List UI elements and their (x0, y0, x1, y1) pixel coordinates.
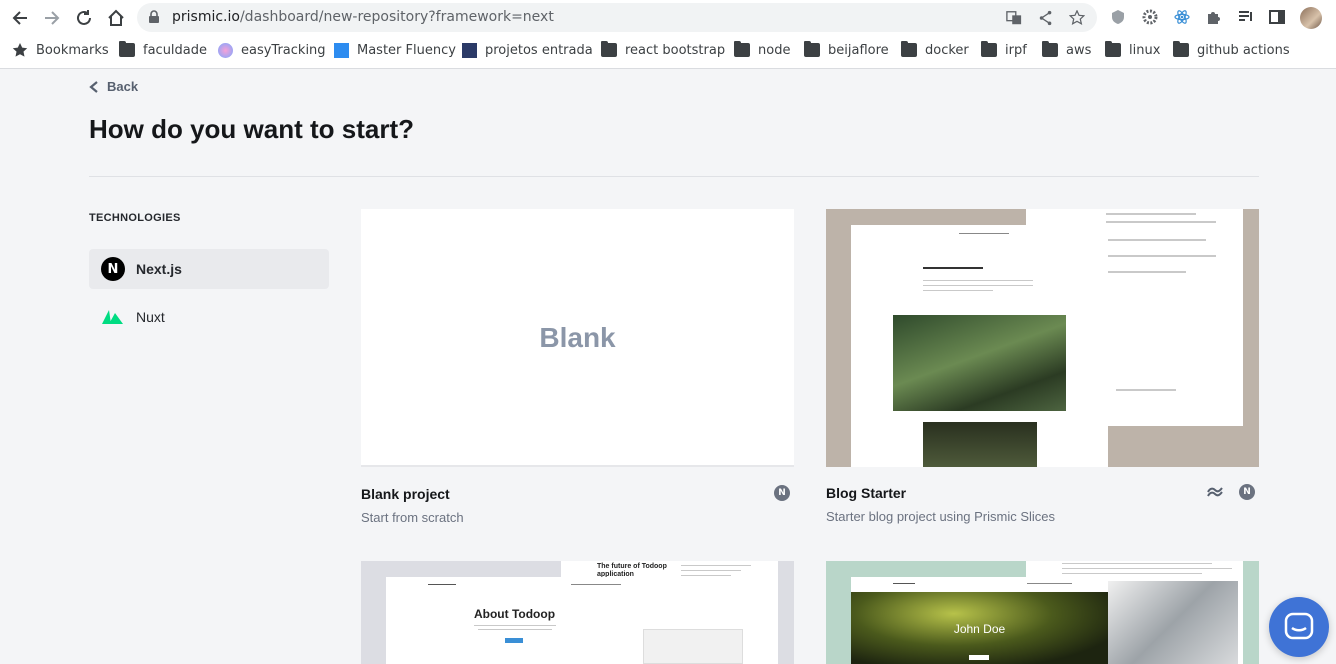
forest-photo-2 (923, 422, 1037, 467)
forward-arrow-icon[interactable] (40, 6, 64, 30)
nextjs-badge-icon: N (774, 485, 790, 501)
template-thumbnail: John Doe (826, 561, 1259, 664)
side-panel-icon[interactable] (1268, 8, 1286, 26)
bookmark-item[interactable]: beijaflore (804, 41, 889, 59)
bookmark-item[interactable]: Master Fluency (334, 41, 456, 59)
page-content: Back How do you want to start? TECHNOLOG… (0, 69, 1336, 664)
bookmark-item[interactable]: linux (1105, 41, 1160, 59)
star-icon[interactable] (1068, 9, 1086, 27)
todoop-main-page: About Todoop (386, 577, 643, 664)
star-icon (12, 43, 28, 57)
bookmark-item[interactable]: irpf (981, 41, 1027, 59)
folder-icon (601, 41, 617, 57)
easytracking-favicon-icon (218, 42, 233, 58)
page-title: How do you want to start? (89, 114, 414, 144)
browser-toolbar: prismic.io/dashboard/new-repository?fram… (0, 0, 1336, 35)
extension-shield-icon[interactable] (1109, 8, 1127, 26)
hero-photo: John Doe (851, 592, 1108, 664)
todoop-cta (505, 638, 523, 643)
chat-launcher-button[interactable] (1269, 597, 1329, 657)
portfolio-thumbnail-title: John Doe (953, 622, 1006, 636)
chat-icon (1284, 612, 1314, 640)
bookmark-item[interactable]: projetos entrada (462, 41, 593, 59)
bookmark-item[interactable]: node (734, 41, 790, 59)
back-link[interactable]: Back (89, 79, 138, 94)
translate-icon[interactable] (1005, 9, 1023, 27)
home-icon[interactable] (104, 6, 128, 30)
template-thumbnail: The future of Todoop application About T… (361, 561, 794, 664)
folder-icon (901, 41, 917, 57)
bookmarks-bar: Bookmarks faculdade easyTracking Master … (0, 37, 1336, 63)
react-devtools-icon[interactable] (1173, 8, 1191, 26)
bookmark-item[interactable]: Bookmarks (12, 41, 109, 59)
bookmark-item[interactable]: github actions (1173, 41, 1290, 59)
master-fluency-favicon-icon (334, 42, 349, 58)
bookmark-item[interactable]: aws (1042, 41, 1091, 59)
nextjs-icon: N (101, 257, 125, 281)
reading-list-icon[interactable] (1237, 8, 1255, 26)
technology-label: Nuxt (136, 309, 165, 325)
url-text: prismic.io/dashboard/new-repository?fram… (172, 9, 554, 25)
profile-avatar[interactable] (1300, 7, 1322, 29)
browser-chrome: prismic.io/dashboard/new-repository?fram… (0, 0, 1336, 69)
todoop-app-mock (643, 629, 743, 664)
template-name: Blog Starter (826, 485, 907, 501)
chevron-left-icon (89, 80, 98, 93)
technologies-heading: TECHNOLOGIES (89, 212, 181, 224)
back-arrow-icon[interactable] (8, 6, 32, 30)
folder-icon (804, 41, 820, 57)
folder-icon (734, 41, 750, 57)
bookmark-item[interactable]: docker (901, 41, 969, 59)
projetos-favicon-icon (462, 42, 477, 58)
reload-icon[interactable] (72, 6, 96, 30)
folder-icon (1173, 41, 1189, 57)
forest-photo (893, 315, 1066, 411)
technology-label: Next.js (136, 261, 182, 277)
bookmark-item[interactable]: faculdade (119, 41, 207, 59)
template-name: Blank project (361, 486, 450, 502)
lock-icon (149, 10, 159, 23)
template-description: Start from scratch (361, 510, 464, 525)
nextjs-badge-icon: N (1239, 484, 1255, 500)
todoop-thumbnail-title: About Todoop (473, 607, 556, 621)
template-thumbnail (826, 209, 1259, 467)
folder-icon (119, 41, 135, 57)
folder-icon (981, 41, 997, 57)
extension-gear-icon[interactable] (1141, 8, 1159, 26)
template-thumbnail: Blank (361, 209, 794, 467)
template-card-blank[interactable]: Blank Blank project Start from scratch N (361, 209, 794, 529)
back-label: Back (107, 79, 139, 94)
portfolio-main-page: John Doe (851, 577, 1108, 664)
share-icon[interactable] (1037, 9, 1055, 27)
folder-icon (1042, 41, 1058, 57)
technology-nuxt[interactable]: Nuxt (89, 297, 329, 337)
template-card-blog-starter[interactable]: Blog Starter Starter blog project using … (826, 209, 1259, 529)
blog-page-front (851, 225, 1108, 467)
bookmark-item[interactable]: react bootstrap (601, 41, 725, 59)
template-description: Starter blog project using Prismic Slice… (826, 509, 1056, 524)
nuxt-icon (101, 305, 125, 329)
address-bar[interactable]: prismic.io/dashboard/new-repository?fram… (137, 3, 1097, 32)
divider (89, 176, 1259, 177)
tailwind-icon (1206, 485, 1224, 501)
bookmark-item[interactable]: easyTracking (218, 41, 326, 59)
architecture-photo (1108, 581, 1238, 664)
portfolio-cta (969, 655, 989, 660)
folder-icon (1105, 41, 1121, 57)
template-card-todoop[interactable]: The future of Todoop application About T… (361, 561, 794, 664)
extensions-puzzle-icon[interactable] (1205, 8, 1223, 26)
template-card-portfolio[interactable]: John Doe (826, 561, 1259, 664)
blank-thumbnail-text: Blank (361, 209, 794, 465)
technology-nextjs[interactable]: N Next.js (89, 249, 329, 289)
